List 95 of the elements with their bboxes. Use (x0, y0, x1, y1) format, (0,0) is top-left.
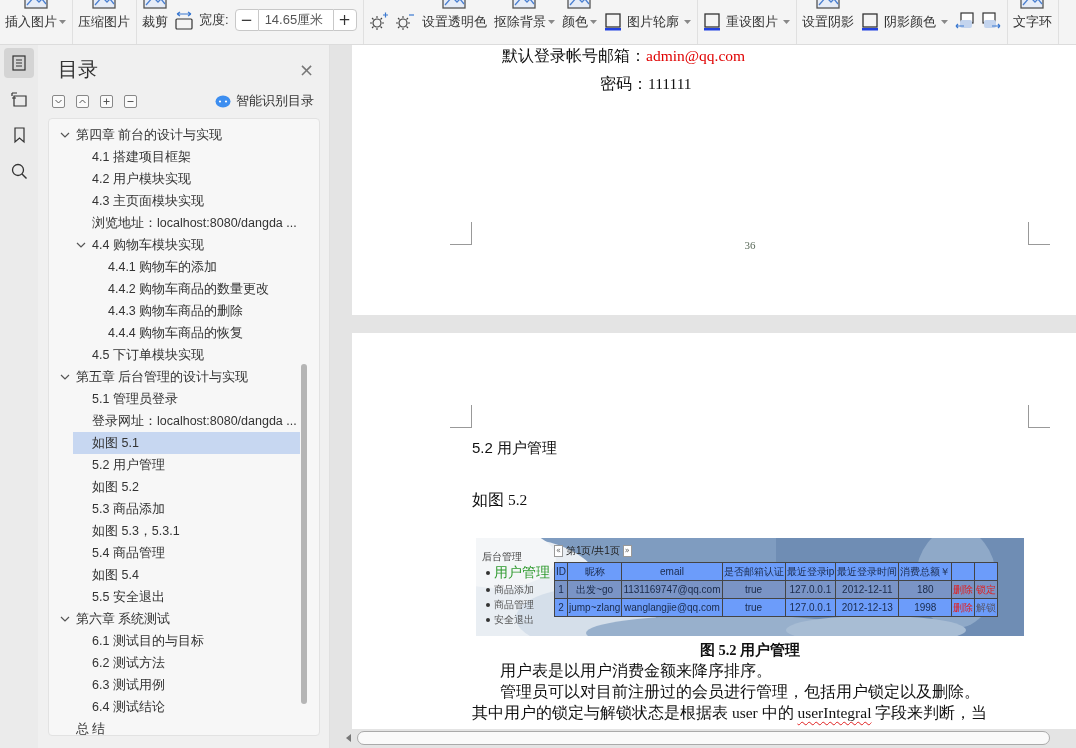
toc-item[interactable]: 4.4 购物车模块实现 (73, 234, 300, 256)
toc-item[interactable]: 6.1 测试目的与目标 (73, 630, 300, 652)
picture-frame-icon (603, 13, 622, 31)
toc-item[interactable]: 5.3 商品添加 (73, 498, 300, 520)
chevron-icon[interactable] (76, 242, 86, 248)
chevron-icon[interactable] (60, 374, 70, 380)
page-number: 36 (744, 239, 756, 251)
plus-icon[interactable] (100, 94, 113, 108)
panel-title: 目录 (58, 56, 98, 82)
toolbar-button[interactable]: 文字环 (1012, 0, 1052, 31)
toc-item[interactable]: 4.4.1 购物车的添加 (89, 256, 300, 278)
column-header: ID (554, 562, 568, 581)
previous-button[interactable]: « (554, 545, 563, 557)
toolbar-button[interactable]: 阴影颜色 (860, 13, 948, 31)
menu-title: 后台管理 (482, 550, 523, 563)
body-text: 如图 5.2 (472, 490, 529, 510)
toc-item[interactable]: 如图 5.1 (73, 432, 300, 454)
smart-toc-button[interactable]: 智能识别目录 (215, 92, 314, 110)
picture-frame-icon (702, 13, 721, 31)
scroll-left-icon[interactable] (346, 733, 352, 742)
menu-item[interactable]: 商品添加 (482, 582, 554, 597)
column-header: 昵称 (567, 562, 622, 581)
toolbar-button[interactable]: 颜色 (561, 0, 597, 31)
resize-icon (175, 10, 193, 30)
section-heading: 5.2 用户管理 (472, 438, 559, 458)
scrollbar[interactable] (357, 730, 1050, 745)
column-header: 最近登录ip (785, 562, 836, 581)
toc-item[interactable]: 如图 5.3，5.3.1 (73, 520, 300, 542)
picture-frame-icon (860, 13, 879, 31)
toolbar-button[interactable]: 插入图片 (5, 0, 66, 31)
toc-item[interactable]: 第五章 后台管理的设计与实现 (57, 366, 300, 388)
brightness-up-icon[interactable] (368, 12, 389, 30)
chevron-icon[interactable] (60, 616, 70, 622)
toc-item[interactable]: 4.4.2 购物车商品的数量更改 (89, 278, 300, 300)
toolbar-button[interactable]: 抠除背景 (493, 0, 555, 31)
width-field[interactable]: 14.65厘米 (258, 9, 333, 31)
chat-bubble-icon (215, 94, 231, 108)
body-text: 默认登录帐号邮箱：admin@qq.com (501, 46, 747, 66)
body-text: 其中用户的锁定与解锁状态是根据表 user 中的 userIntegral 字段来判断，当 (472, 703, 989, 723)
column-header: 最近登录时间 (835, 562, 899, 581)
close-button[interactable]: × (298, 58, 314, 80)
toc-item[interactable]: 5.2 用户管理 (73, 454, 300, 476)
shift-right-icon[interactable] (980, 12, 1001, 30)
toolbar-button[interactable]: 图片轮廓 (603, 13, 691, 31)
chevron-icon[interactable] (60, 132, 70, 138)
collapse-icon[interactable] (52, 94, 65, 108)
corner-mark (450, 222, 472, 245)
toc-item[interactable]: 4.1 搭建项目框架 (73, 146, 300, 168)
toc-item[interactable]: 第六章 系统测试 (57, 608, 300, 630)
body-text: 用户表是以用户消费金额来降序排序。 (499, 661, 773, 681)
field-label: 宽度: (199, 11, 229, 29)
toc-item[interactable]: 5.1 管理员登录 (73, 388, 300, 410)
toc-item[interactable]: 如图 5.4 (73, 564, 300, 586)
column-header: 消费总额￥ (898, 562, 952, 581)
toc-item[interactable]: 如图 5.2 (73, 476, 300, 498)
toolbar-button[interactable]: 设置透明色 (421, 0, 487, 31)
toc-item[interactable]: 4.3 主页面模块实现 (73, 190, 300, 212)
next-button[interactable]: » (622, 545, 632, 557)
minus-icon[interactable] (124, 94, 137, 108)
toc-item[interactable]: 总 结 (57, 718, 300, 735)
corner-mark (450, 405, 472, 428)
corner-mark (1028, 405, 1050, 428)
menu-item[interactable]: 商品管理 (482, 597, 554, 612)
toc-item[interactable]: 登录网址：localhost:8080/dangda ... (73, 410, 300, 432)
decrement-button[interactable]: − (234, 9, 259, 31)
toc-item[interactable]: 6.4 测试结论 (73, 696, 300, 718)
toc-item[interactable]: 5.4 商品管理 (73, 542, 300, 564)
shift-left-icon[interactable] (954, 12, 975, 30)
toc-item[interactable]: 第四章 前台的设计与实现 (57, 124, 300, 146)
toolbar-button[interactable]: 裁剪 (142, 0, 168, 31)
toc-item[interactable]: 4.5 下订单模块实现 (73, 344, 300, 366)
column-header: email (621, 562, 722, 581)
document-list-icon[interactable] (4, 48, 34, 78)
expand-icon[interactable] (76, 94, 89, 108)
column-header: 是否邮箱认证 (722, 562, 785, 581)
toc-item[interactable]: 6.2 测试方法 (73, 652, 300, 674)
toc-item[interactable]: 4.4.4 购物车商品的恢复 (89, 322, 300, 344)
toc-item[interactable]: 浏览地址：localhost:8080/dangda ... (73, 212, 300, 234)
menu-item[interactable]: 用户管理 (482, 563, 554, 582)
body-text: 密码：111111 (599, 74, 693, 94)
body-text: 管理员可以对目前注册过的会员进行管理，包括用户锁定以及删除。 (499, 682, 981, 702)
increment-button[interactable]: + (332, 9, 357, 31)
corner-mark (1028, 222, 1050, 245)
toc-item[interactable]: 6.3 测试用例 (73, 674, 300, 696)
toolbar-button[interactable]: 压缩图片 (78, 0, 130, 31)
scrollbar[interactable] (301, 364, 307, 704)
figure-caption: 图 5.2 用户管理 (698, 641, 802, 660)
toc-item[interactable]: 4.2 用户模块实现 (73, 168, 300, 190)
toc-item[interactable]: 5.5 安全退出 (73, 586, 300, 608)
toolbar-button[interactable]: 设置阴影 (801, 0, 854, 31)
toolbar-button[interactable]: 重设图片 (702, 13, 790, 31)
menu-item[interactable]: 安全退出 (482, 612, 554, 627)
toc-item[interactable]: 4.4.3 购物车商品的删除 (89, 300, 300, 322)
brightness-down-icon[interactable] (394, 12, 415, 30)
page-indicator: 第1页/共1页 (565, 544, 620, 558)
